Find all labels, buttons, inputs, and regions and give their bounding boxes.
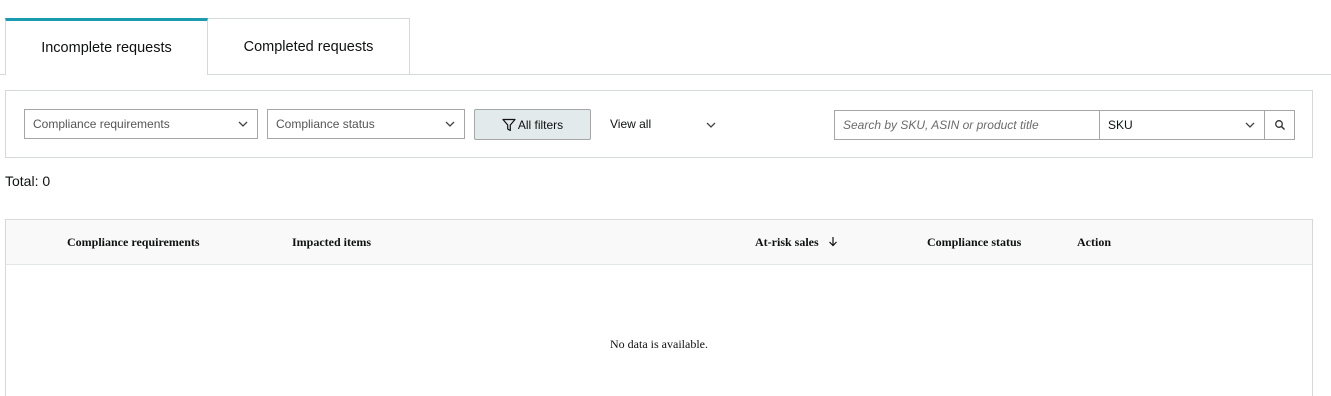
column-header-action: Action bbox=[1077, 235, 1111, 249]
sort-descending-icon[interactable] bbox=[828, 236, 838, 247]
requests-table: Compliance requirements Impacted items A… bbox=[5, 219, 1313, 396]
tab-incomplete-requests[interactable]: Incomplete requests bbox=[5, 18, 208, 75]
table-header: Compliance requirements Impacted items A… bbox=[6, 220, 1312, 265]
filter-bar: Compliance requirements Compliance statu… bbox=[5, 90, 1313, 158]
tab-completed-requests[interactable]: Completed requests bbox=[208, 18, 410, 75]
chevron-down-icon bbox=[1245, 122, 1255, 128]
search-type-dropdown[interactable]: SKU bbox=[1099, 110, 1265, 140]
search-type-value: SKU bbox=[1108, 118, 1133, 132]
empty-state-message: No data is available. bbox=[610, 337, 708, 351]
tab-incomplete-requests-label: Incomplete requests bbox=[41, 40, 172, 56]
compliance-requirements-dropdown[interactable]: Compliance requirements bbox=[24, 109, 258, 139]
chevron-down-icon bbox=[238, 121, 248, 127]
active-tab-gap bbox=[6, 74, 207, 75]
column-header-compliance-status[interactable]: Compliance status bbox=[927, 235, 1021, 250]
column-header-at-risk-sales-label: At-risk sales bbox=[755, 235, 819, 249]
total-count: Total: 0 bbox=[5, 173, 51, 189]
all-filters-button[interactable]: All filters bbox=[474, 109, 591, 140]
tab-completed-requests-label: Completed requests bbox=[243, 39, 374, 55]
column-header-impacted-items[interactable]: Impacted items bbox=[292, 235, 371, 250]
column-header-at-risk-sales[interactable]: At-risk sales bbox=[755, 235, 838, 250]
column-header-compliance-requirements[interactable]: Compliance requirements bbox=[67, 235, 200, 250]
search-input[interactable]: Search by SKU, ASIN or product title bbox=[834, 110, 1100, 140]
chevron-down-icon[interactable] bbox=[705, 119, 717, 131]
search-button[interactable] bbox=[1264, 110, 1295, 140]
compliance-status-dropdown-label: Compliance status bbox=[276, 117, 375, 131]
view-all-dropdown[interactable]: View all bbox=[610, 117, 651, 131]
filter-icon bbox=[502, 118, 516, 131]
all-filters-label: All filters bbox=[517, 117, 564, 132]
compliance-status-dropdown[interactable]: Compliance status bbox=[267, 109, 465, 139]
request-tabs: Incomplete requests Completed requests bbox=[5, 18, 410, 75]
search-icon bbox=[1274, 120, 1285, 131]
search-placeholder: Search by SKU, ASIN or product title bbox=[843, 118, 1039, 132]
chevron-down-icon bbox=[445, 121, 455, 127]
compliance-requirements-dropdown-label: Compliance requirements bbox=[33, 117, 170, 131]
